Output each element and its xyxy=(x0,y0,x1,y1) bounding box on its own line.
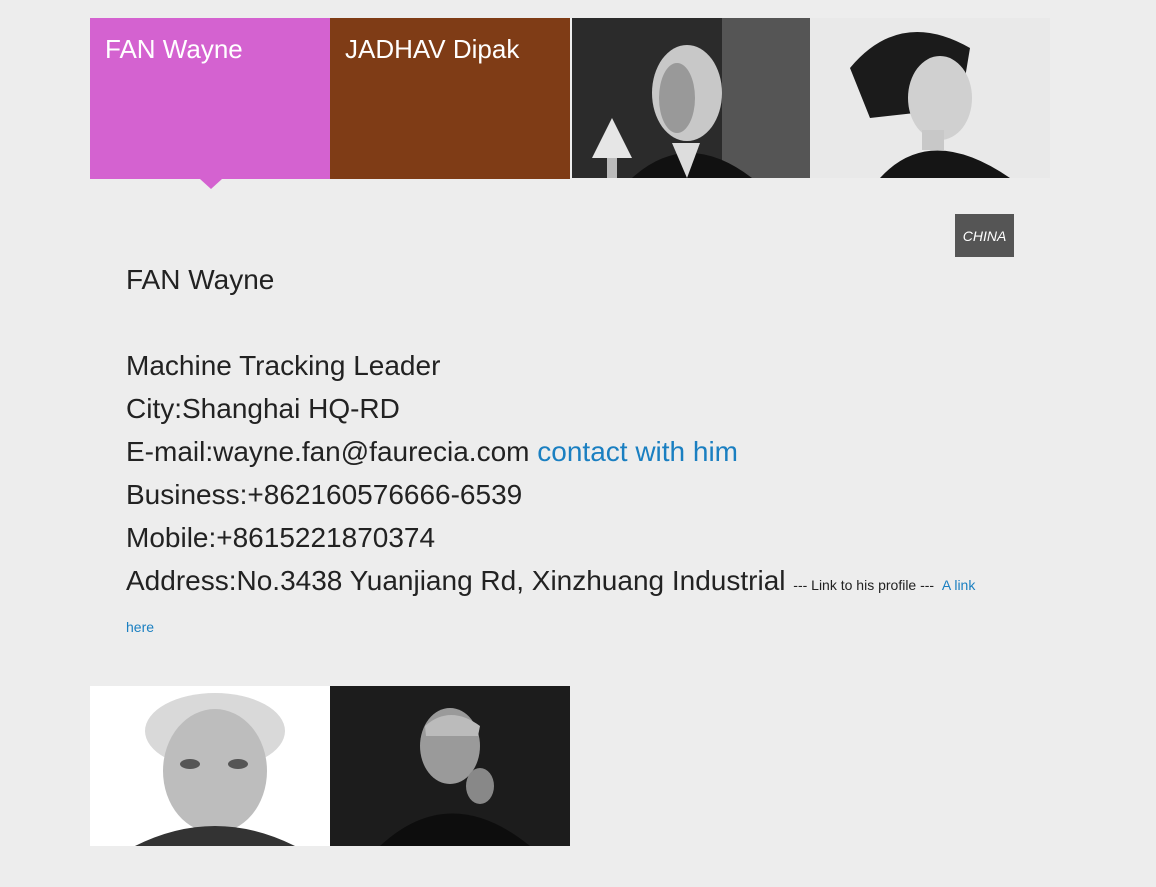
profile-mobile: Mobile:+8615221870374 xyxy=(126,522,436,553)
active-tile-pointer xyxy=(200,179,222,189)
profile-business: Business:+862160576666-6539 xyxy=(126,479,523,510)
people-tiles-top: FAN Wayne JADHAV Dipak xyxy=(90,18,1050,189)
profile-address-row: Address:No.3438 Yuanjiang Rd, Xinzhuang … xyxy=(126,559,1026,607)
tile-fan-wayne[interactable]: FAN Wayne xyxy=(90,18,330,179)
country-badge: CHINA xyxy=(955,214,1014,257)
tile-name: JADHAV Dipak xyxy=(345,34,520,64)
portrait-woman-photo[interactable] xyxy=(810,18,1050,178)
profile-link-note: --- Link to his profile --- xyxy=(793,577,935,593)
profile-email-row: E-mail:wayne.fan@faurecia.com contact wi… xyxy=(126,430,1026,473)
profile-details: FAN Wayne Machine Tracking Leader City:S… xyxy=(126,258,1026,607)
tile-name: FAN Wayne xyxy=(105,34,243,64)
portrait-elderly-man-photo[interactable] xyxy=(90,686,330,846)
profile-city: City:Shanghai HQ-RD xyxy=(126,393,400,424)
contact-link[interactable]: contact with him xyxy=(537,436,738,467)
profile-email: E-mail:wayne.fan@faurecia.com xyxy=(126,436,530,467)
profile-link-continued[interactable]: here xyxy=(126,619,154,635)
tile-jadhav-dipak[interactable]: JADHAV Dipak xyxy=(330,18,570,179)
profile-address: Address:No.3438 Yuanjiang Rd, Xinzhuang … xyxy=(126,565,786,596)
people-tiles-bottom xyxy=(90,686,570,846)
profile-name: FAN Wayne xyxy=(126,264,275,295)
profile-link[interactable]: A link xyxy=(942,577,975,593)
portrait-man-lamp-photo[interactable] xyxy=(572,18,812,178)
profile-title: Machine Tracking Leader xyxy=(126,350,441,381)
portrait-man-hand-chin-photo[interactable] xyxy=(330,686,570,846)
